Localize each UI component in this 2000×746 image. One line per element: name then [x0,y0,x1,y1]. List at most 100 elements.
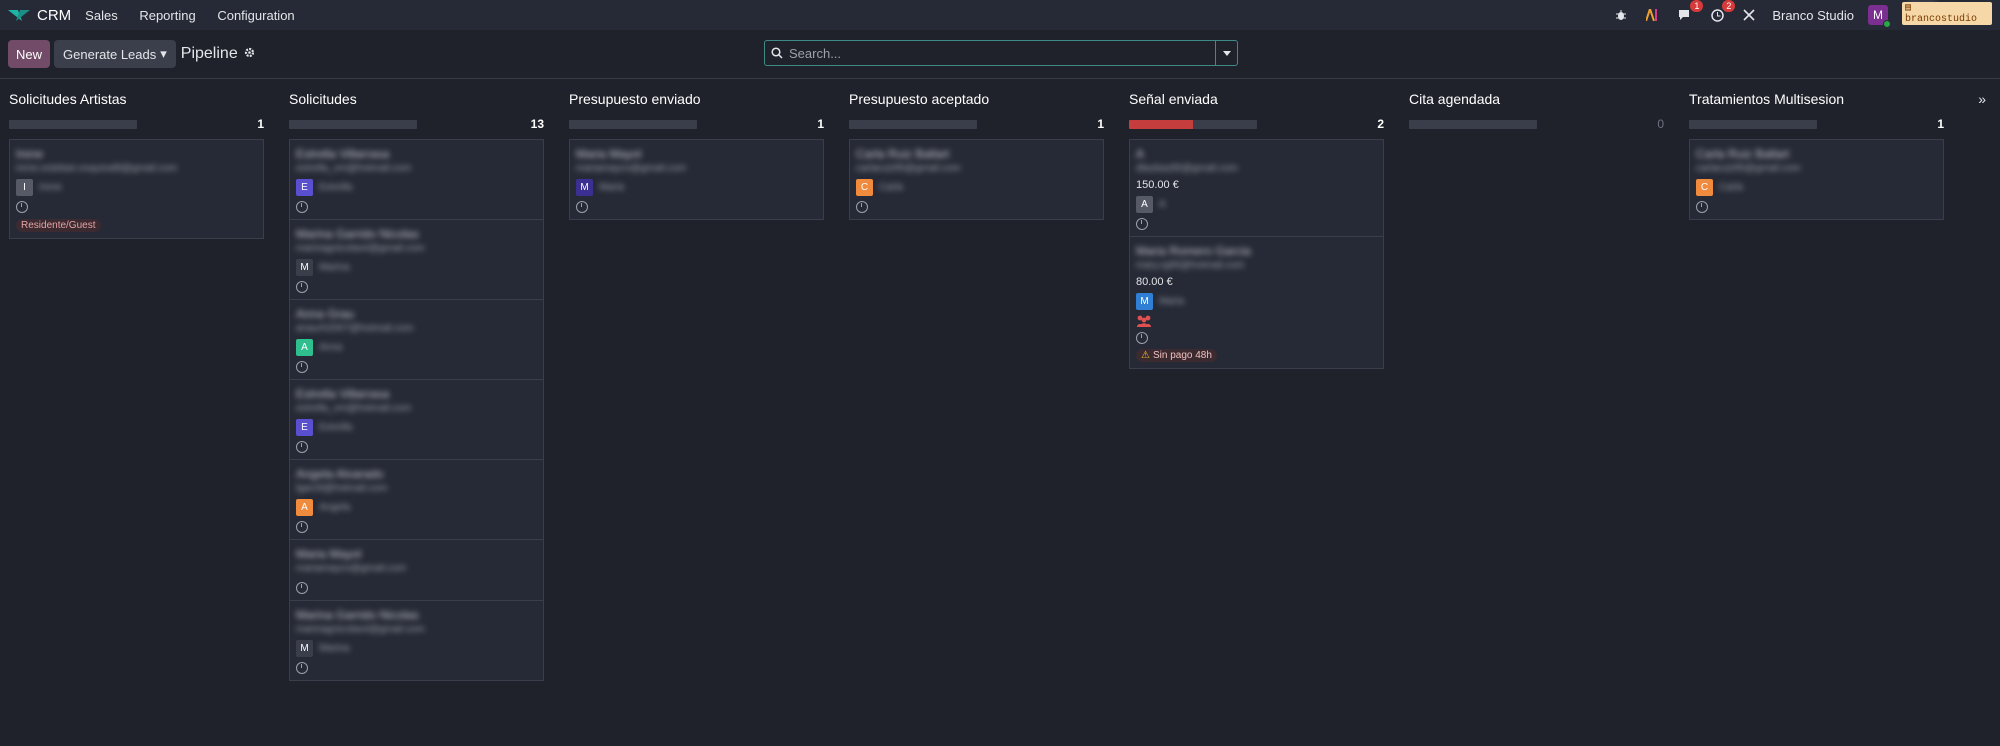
expand-columns-icon[interactable]: » [1978,91,1986,107]
search-input[interactable] [789,45,1215,61]
kanban-card[interactable]: Carla Ruiz Ballart carlaruiz95@gmail.com… [849,139,1104,220]
owner-avatar[interactable]: A [296,499,313,516]
database-name: ▤ brancostudio [1902,2,1992,25]
card-name: Marina Garrido Nicolas [296,608,419,622]
new-button[interactable]: New [8,40,51,68]
card-owner: E Estrella [296,419,537,436]
activity-clock-icon[interactable] [16,201,28,213]
user-initial: M [1873,8,1883,22]
ai-icon[interactable] [1644,6,1662,24]
column-title[interactable]: Presupuesto enviado [569,79,824,107]
progress-bar[interactable] [849,119,977,129]
card-name: Anna Grau [296,307,355,321]
app-brand[interactable]: CRM [8,7,71,24]
owner-avatar[interactable]: A [296,339,313,356]
activity-clock-icon[interactable]: 2 [1708,0,1736,24]
progress-bar[interactable] [1129,119,1257,129]
warning-label: Sin pago 48h [1152,350,1212,361]
owner-avatar[interactable]: E [296,179,313,196]
column-title[interactable]: Solicitudes [289,79,544,107]
column-progress: 1 [1689,113,1944,135]
owner-avatar[interactable]: E [296,419,313,436]
owner-avatar[interactable]: M [576,179,593,196]
chat-badge: 1 [1690,0,1704,12]
kanban-card[interactable]: Anna Grau anaurh2007@hotmail.com A Anna [289,299,544,380]
owner-avatar[interactable]: C [1696,179,1713,196]
column-title[interactable]: Tratamientos Multisesion [1689,79,1944,107]
generate-leads-button[interactable]: Generate Leads ▾ [54,40,176,68]
page-title: Pipeline [181,45,255,63]
kanban-card[interactable]: Marina Garrido Nicolas marinagnicolas4@g… [289,219,544,300]
activity-clock-icon[interactable] [1696,201,1708,213]
company-switcher[interactable]: Branco Studio [1772,8,1854,23]
gear-icon[interactable] [244,45,255,63]
card-name: A [1136,147,1145,161]
bug-icon[interactable] [1612,6,1630,24]
card-email: estrella_vm@hotmail.com [296,403,412,414]
progress-fill [1129,119,1193,129]
card-owner: C Carla [1696,179,1937,196]
user-avatar[interactable]: M [1868,5,1891,28]
progress-bar[interactable] [289,119,417,129]
owner-avatar[interactable]: M [1136,293,1153,310]
activity-clock-icon[interactable] [856,201,868,213]
kanban-card[interactable]: Marina Garrido Nicolas marinagnicolas4@g… [289,600,544,681]
owner-initial: M [300,643,309,654]
column-title[interactable]: Cita agendada [1409,79,1664,107]
kanban-card[interactable]: Maria Romero Garcia mary.rg95@hotmail.co… [1129,236,1384,369]
kanban-card[interactable]: Carla Ruiz Ballart carlaruiz95@gmail.com… [1689,139,1944,220]
owner-name: A [1159,199,1166,210]
activity-clock-icon[interactable] [576,201,588,213]
progress-bar[interactable] [9,119,137,129]
tools-icon[interactable] [1740,6,1758,24]
main-menu: Sales Reporting Configuration [85,8,312,23]
kanban-card[interactable]: Estrella Villarrasa estrella_vm@hotmail.… [289,379,544,460]
activity-clock-icon[interactable] [1136,332,1148,344]
activity-clock-icon[interactable] [296,521,308,533]
column-title[interactable]: Presupuesto aceptado [849,79,1104,107]
activity-clock-icon[interactable] [296,662,308,674]
activity-clock-icon[interactable] [296,582,308,594]
owner-avatar[interactable]: M [296,640,313,657]
search-icon [765,47,789,59]
column-count: 2 [1377,117,1384,131]
activity-clock-icon[interactable] [296,201,308,213]
card-email: marinagnicolas4@gmail.com [296,624,425,635]
column-count: 1 [1097,117,1104,131]
kanban-card[interactable]: A dlaubaz85@gmail.com 150.00 € A A [1129,139,1384,237]
owner-name: Marina [319,643,350,654]
chat-icon[interactable]: 1 [1676,0,1704,24]
kanban-card[interactable]: Maria Mayol mariamayco@gmail.com M Maria [569,139,824,220]
activity-badge: 2 [1722,0,1736,12]
menu-reporting[interactable]: Reporting [139,8,195,23]
menu-configuration[interactable]: Configuration [217,8,294,23]
card-email: mariamayco@gmail.com [296,563,407,574]
card-owner: A Anna [296,339,537,356]
column-title[interactable]: Solicitudes Artistas [9,79,264,107]
kanban-card[interactable]: Maria Mayol mariamayco@gmail.com [289,539,544,601]
progress-bar[interactable] [569,119,697,129]
activity-clock-icon[interactable] [1136,218,1148,230]
kanban-card[interactable]: Angela Alvarado lgarz9@hotmail.com A Ang… [289,459,544,540]
owner-avatar[interactable]: M [296,259,313,276]
caret-down-icon [1222,50,1231,56]
kanban-card[interactable]: Estrella Villarrasa estrella_vm@hotmail.… [289,139,544,220]
menu-sales[interactable]: Sales [85,8,118,23]
people-icon [1136,315,1152,327]
apps-menu-icon[interactable] [8,8,30,22]
kanban-card[interactable]: Irene irene.esteban.esquival8@gmail.com … [9,139,264,239]
activity-clock-icon[interactable] [296,361,308,373]
kanban-column: Cita agendada 0 [1409,79,1664,746]
owner-avatar[interactable]: A [1136,196,1153,213]
app-title[interactable]: CRM [37,7,71,24]
owner-avatar[interactable]: C [856,179,873,196]
activity-clock-icon[interactable] [296,441,308,453]
activity-clock-icon[interactable] [296,281,308,293]
card-owner: M Maria [576,179,817,196]
search-options-toggle[interactable] [1215,41,1237,65]
progress-bar[interactable] [1409,119,1537,129]
owner-avatar[interactable]: I [16,179,33,196]
column-title[interactable]: Señal enviada [1129,79,1384,107]
progress-bar[interactable] [1689,119,1817,129]
card-tag: Residente/Guest [16,219,101,232]
